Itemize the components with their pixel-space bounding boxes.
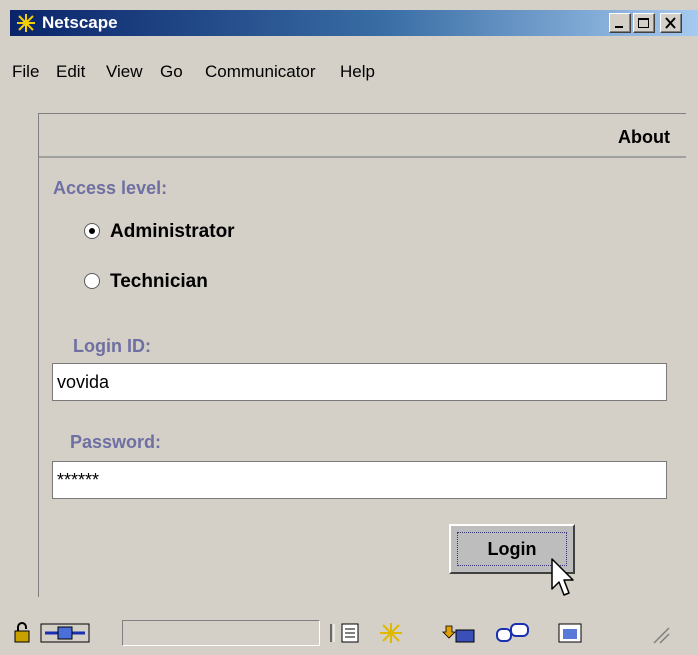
minimize-button[interactable] xyxy=(609,13,631,33)
menu-bar: File Edit View Go Communicator Help xyxy=(10,56,698,86)
access-level-label: Access level: xyxy=(53,178,168,198)
menu-communicator[interactable]: Communicator xyxy=(205,62,316,82)
close-icon xyxy=(665,17,676,29)
menu-go[interactable]: Go xyxy=(160,62,183,82)
netscape-logo-icon xyxy=(17,14,35,32)
window-title: Netscape xyxy=(42,13,118,32)
menu-edit[interactable]: Edit xyxy=(56,62,85,82)
connection-status-icon[interactable] xyxy=(40,622,90,644)
radio-administrator-button[interactable] xyxy=(84,223,100,239)
resize-grip-icon[interactable] xyxy=(650,622,670,644)
menu-view[interactable]: View xyxy=(106,62,143,82)
component-bar-grip-icon xyxy=(330,624,335,642)
radio-administrator[interactable]: Administrator xyxy=(84,221,324,245)
login-panel: About Access level: Administrator Techni… xyxy=(38,113,686,597)
browser-window: Netscape File Edit View Go Communicator … xyxy=(0,0,698,655)
composer-icon[interactable] xyxy=(558,622,584,644)
about-link[interactable]: About xyxy=(618,127,670,148)
status-progress-field xyxy=(122,620,320,646)
radio-technician-button[interactable] xyxy=(84,273,100,289)
menu-help[interactable]: Help xyxy=(340,62,375,82)
close-button[interactable] xyxy=(660,13,682,33)
password-input[interactable] xyxy=(52,461,667,499)
about-bar: About xyxy=(39,114,686,158)
menu-file[interactable]: File xyxy=(12,62,39,82)
radio-administrator-label: Administrator xyxy=(110,221,235,242)
security-lock-icon[interactable] xyxy=(12,622,34,644)
login-id-input[interactable] xyxy=(52,363,667,401)
radio-technician-label: Technician xyxy=(110,271,208,292)
navigator-icon[interactable] xyxy=(340,622,362,644)
login-id-label: Login ID: xyxy=(73,336,151,356)
radio-technician[interactable]: Technician xyxy=(84,271,304,295)
status-bar xyxy=(10,618,698,648)
title-bar[interactable]: Netscape xyxy=(10,10,698,36)
discussion-groups-icon[interactable] xyxy=(496,622,530,644)
maximize-icon xyxy=(638,18,649,28)
mouse-pointer-icon xyxy=(551,558,574,596)
mail-inbox-icon[interactable] xyxy=(442,622,476,644)
minimize-icon xyxy=(615,26,623,28)
netscape-star-icon[interactable] xyxy=(378,622,404,644)
maximize-button[interactable] xyxy=(633,13,655,33)
password-label: Password: xyxy=(70,432,162,452)
